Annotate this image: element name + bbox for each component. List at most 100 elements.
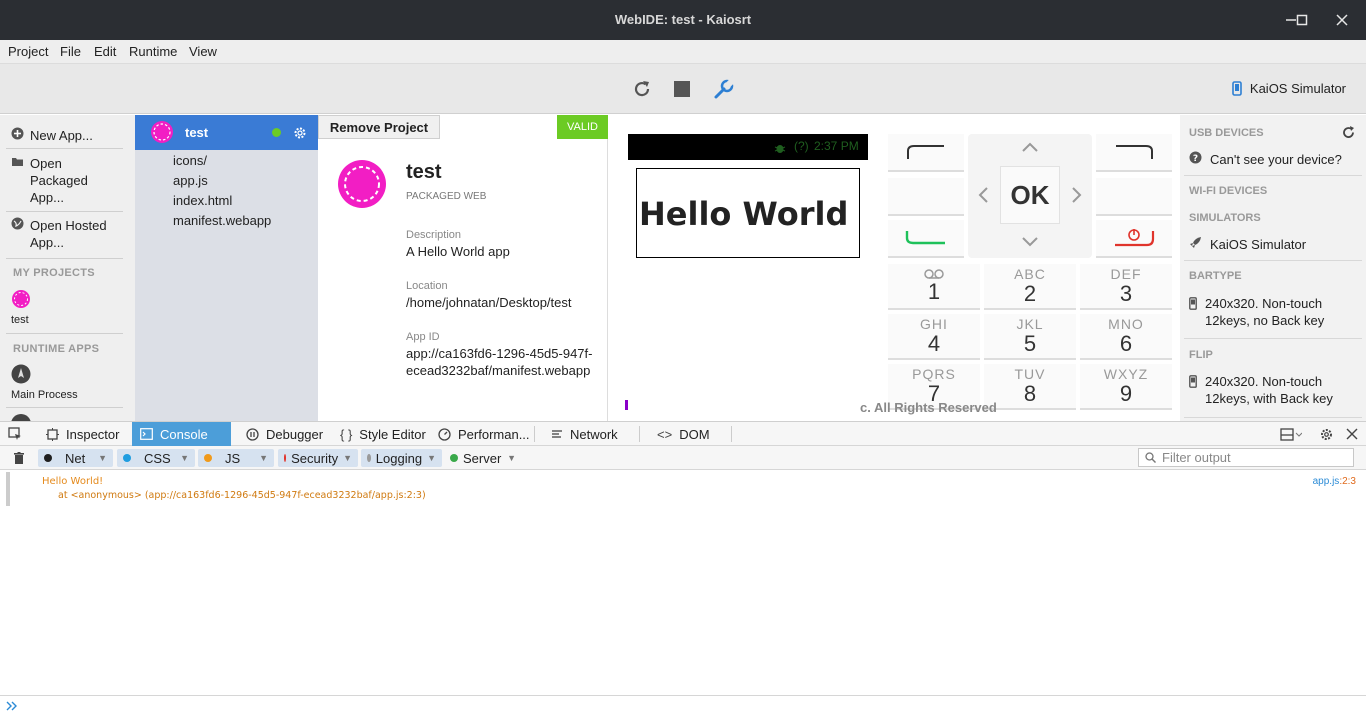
key-8[interactable]: TUV 8 — [984, 364, 1076, 410]
phone-icon — [1232, 81, 1242, 96]
tree-file[interactable]: index.html — [173, 193, 232, 208]
log-entry[interactable]: Hello World! at <anonymous> (app://ca163… — [6, 472, 1360, 506]
location-label: Location — [406, 280, 448, 292]
dpad: OK — [968, 134, 1092, 258]
tree-file[interactable]: icons/ — [173, 153, 207, 168]
key-letters: MNO — [1108, 316, 1144, 332]
rocket-icon — [1190, 237, 1201, 248]
tab-debugger[interactable]: Debugger — [238, 422, 331, 446]
log-stacktrace[interactable]: at <anonymous> (app://ca163fd6-1296-45d5… — [58, 490, 426, 501]
filter-net[interactable]: Net ▼ — [38, 449, 113, 467]
key-2[interactable]: ABC 2 — [984, 264, 1076, 310]
flip-device-item[interactable]: 240x320. Non-touch 12keys, with Back key — [1189, 373, 1333, 407]
key-3[interactable]: DEF 3 — [1080, 264, 1172, 310]
log-message: Hello World! — [42, 476, 104, 487]
call-icon — [905, 231, 945, 245]
tab-inspector[interactable]: Inspector — [38, 422, 127, 446]
filter-js[interactable]: JS ▼ — [198, 449, 274, 467]
key-1[interactable]: 1 — [888, 264, 980, 310]
devtools-tabbar: Inspector Console Debugger { } Style Edi… — [0, 421, 1366, 446]
menu-file[interactable]: File — [60, 44, 81, 59]
key-5[interactable]: JKL 5 — [984, 314, 1076, 360]
tab-performance[interactable]: Performan... — [430, 422, 538, 446]
call-key[interactable] — [888, 220, 964, 258]
open-packaged-app-button[interactable]: Open Packaged App... — [11, 155, 88, 206]
filter-logging[interactable]: Logging ▼ — [361, 449, 442, 467]
close-icon — [1336, 14, 1348, 26]
soft-right-key[interactable] — [1096, 134, 1172, 172]
remove-project-button[interactable]: Remove Project — [318, 115, 440, 139]
stop-button[interactable] — [670, 78, 694, 100]
filter-output-input[interactable]: Filter output — [1138, 448, 1354, 467]
debug-button[interactable] — [712, 78, 736, 100]
phone-screen[interactable]: Hello World — [628, 160, 868, 421]
appid-line-1: app://ca163fd6-1296-45d5-947f- — [406, 346, 593, 361]
tab-style-editor[interactable]: { } Style Editor — [332, 422, 434, 446]
tab-network[interactable]: Network — [543, 422, 626, 446]
open-hosted-app-button[interactable]: Open Hosted App... — [11, 217, 107, 251]
filter-label: Logging — [375, 450, 423, 466]
device-panel: USB DEVICES ? Can't see your device? WI-… — [1180, 115, 1366, 421]
key-4[interactable]: GHI 4 — [888, 314, 980, 360]
gear-icon[interactable] — [293, 126, 307, 140]
tab-dom[interactable]: <> DOM — [649, 422, 718, 446]
menu-runtime-label: Runtime — [129, 44, 178, 59]
runtime-app-icon[interactable] — [11, 414, 31, 421]
console-output: Hello World! at <anonymous> (app://ca163… — [0, 470, 1366, 695]
chevron-right-icon[interactable] — [1071, 186, 1083, 204]
right-blank-key[interactable] — [1096, 178, 1172, 216]
new-app-button[interactable]: New App... — [11, 127, 93, 144]
menu-edit[interactable]: Edit — [94, 44, 116, 59]
cant-see-device-link[interactable]: ? Can't see your device? — [1189, 151, 1342, 168]
close-window-button[interactable] — [1332, 10, 1352, 30]
bartype-device-item[interactable]: 240x320. Non-touch 12keys, no Back key — [1189, 295, 1324, 329]
plus-circle-icon — [11, 127, 24, 140]
filter-server[interactable]: Server ▼ — [444, 449, 522, 467]
chevron-up-icon[interactable] — [1021, 141, 1039, 153]
console-input[interactable] — [0, 695, 1366, 714]
refresh-icon[interactable] — [1342, 126, 1355, 139]
menu-view[interactable]: View — [189, 44, 217, 59]
tree-project-root[interactable]: test — [135, 115, 318, 150]
appid-line-2: ecead3232baf/manifest.webapp — [406, 363, 591, 378]
devtools-settings-button[interactable] — [1312, 422, 1341, 446]
app-icon — [12, 290, 30, 308]
filter-label: CSS — [144, 450, 171, 466]
chevron-down-icon: ▼ — [180, 453, 189, 463]
flip-line-1: 240x320. Non-touch — [1205, 374, 1323, 389]
maximize-button[interactable] — [1292, 10, 1312, 30]
logging-dot — [367, 454, 371, 462]
reload-button[interactable] — [630, 78, 654, 100]
menu-runtime[interactable]: Runtime — [129, 44, 177, 59]
filter-css[interactable]: CSS ▼ — [117, 449, 195, 467]
clear-console-button[interactable] — [7, 449, 31, 467]
soft-left-key[interactable] — [888, 134, 964, 172]
ok-key[interactable]: OK — [1000, 166, 1060, 224]
menu-view-label: View — [189, 44, 217, 59]
tab-console[interactable]: Console — [132, 422, 231, 446]
pick-element-button[interactable] — [0, 422, 32, 446]
project-item-test[interactable]: test — [11, 289, 31, 326]
status-dot — [272, 128, 281, 137]
runtime-selector[interactable]: KaiOS Simulator — [1232, 81, 1346, 96]
close-devtools-button[interactable] — [1338, 422, 1366, 446]
menu-project[interactable]: Project — [8, 44, 48, 59]
key-6[interactable]: MNO 6 — [1080, 314, 1172, 360]
runtime-app-main-process[interactable]: Main Process — [11, 364, 78, 401]
chevron-down-icon[interactable] — [1021, 236, 1039, 248]
hello-world-text: Hello World — [636, 168, 860, 258]
divider — [6, 258, 123, 259]
soft-right-icon — [1116, 145, 1153, 159]
left-blank-key[interactable] — [888, 178, 964, 216]
dock-layout-button[interactable] — [1272, 422, 1310, 446]
filter-security[interactable]: Security ▼ — [278, 449, 358, 467]
tree-file[interactable]: app.js — [173, 173, 208, 188]
menu-file-label: File — [60, 44, 81, 59]
chevron-left-icon[interactable] — [977, 186, 989, 204]
key-9[interactable]: WXYZ 9 — [1080, 364, 1172, 410]
kaios-simulator-item[interactable]: KaiOS Simulator — [1189, 236, 1306, 253]
tree-file[interactable]: manifest.webapp — [173, 213, 271, 228]
end-call-key[interactable] — [1096, 220, 1172, 258]
scroll-marker — [625, 400, 628, 410]
log-source-link[interactable]: app.js:2:3 — [1313, 476, 1356, 487]
